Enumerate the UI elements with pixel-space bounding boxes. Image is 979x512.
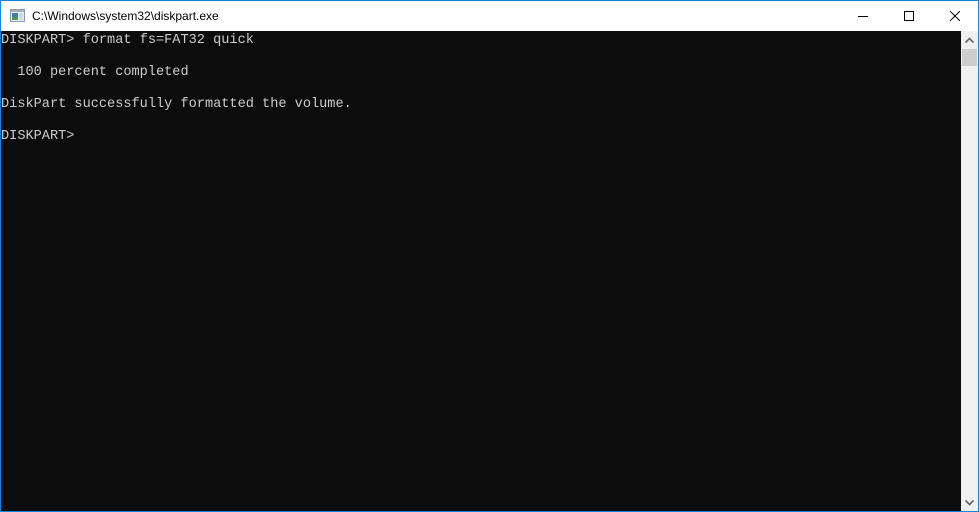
title-bar[interactable]: C:\Windows\system32\diskpart.exe: [1, 1, 978, 31]
chevron-down-icon: [965, 499, 974, 506]
maximize-button[interactable]: [886, 1, 932, 31]
console-line: DISKPART> format fs=FAT32 quick: [1, 33, 254, 48]
window-title: C:\Windows\system32\diskpart.exe: [32, 9, 219, 23]
minimize-button[interactable]: [840, 1, 886, 31]
console-prompt: DISKPART>: [1, 129, 83, 144]
scroll-down-button[interactable]: [961, 494, 978, 511]
console-output[interactable]: DISKPART> format fs=FAT32 quick 100 perc…: [1, 31, 961, 511]
chevron-up-icon: [965, 36, 974, 43]
console-line: DiskPart successfully formatted the volu…: [1, 97, 352, 112]
scrollbar-thumb[interactable]: [962, 49, 977, 66]
minimize-icon: [858, 16, 868, 17]
close-icon: [950, 11, 960, 21]
vertical-scrollbar[interactable]: [961, 31, 978, 511]
close-button[interactable]: [932, 1, 978, 31]
console-line: 100 percent completed: [1, 65, 189, 80]
maximize-icon: [904, 11, 914, 21]
console-window-icon: [10, 9, 25, 22]
scroll-up-button[interactable]: [961, 31, 978, 48]
diskpart-window: C:\Windows\system32\diskpart.exe DISKPAR…: [0, 0, 979, 512]
